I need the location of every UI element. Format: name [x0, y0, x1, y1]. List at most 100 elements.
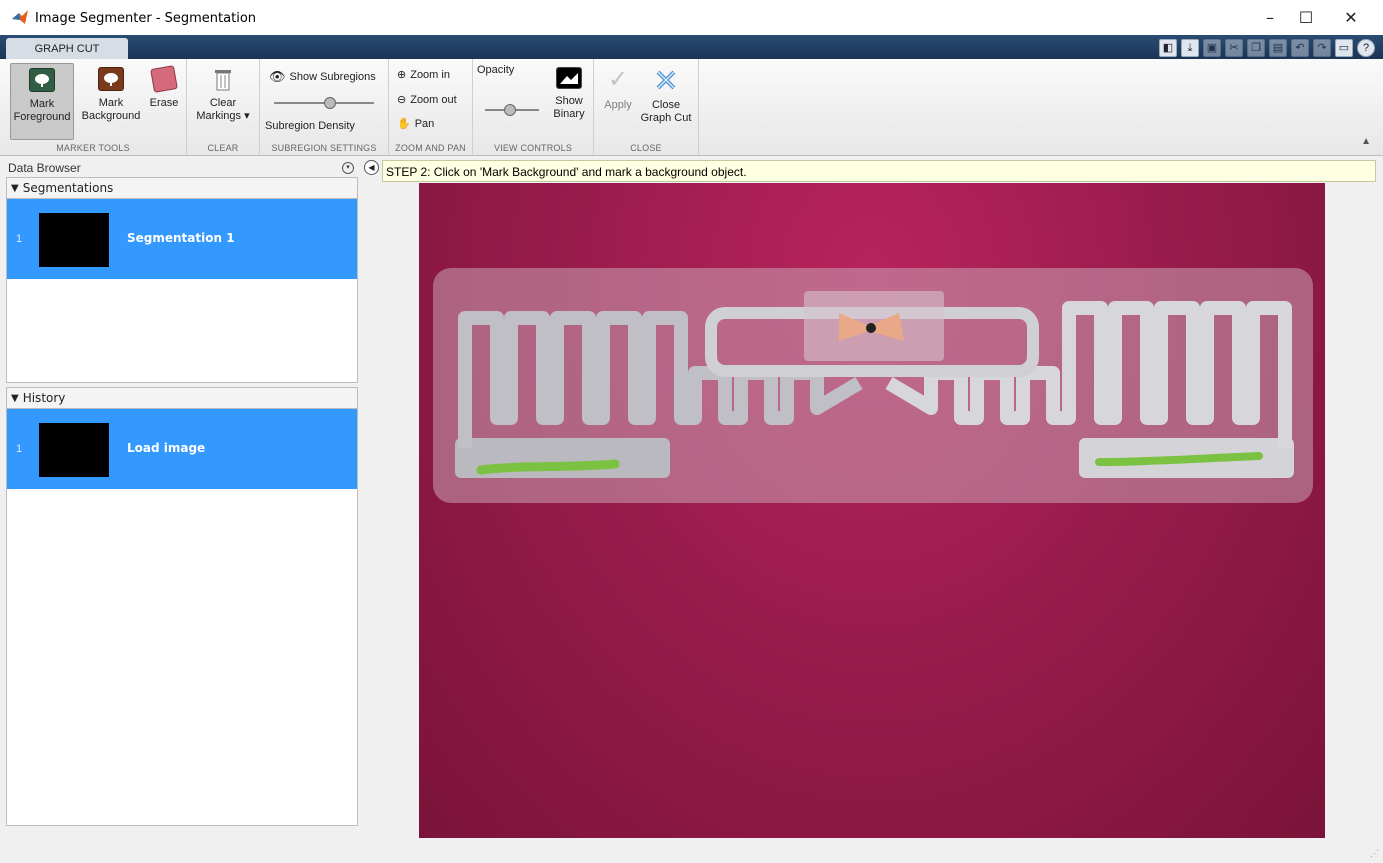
item-label: Load image: [127, 441, 206, 455]
rfid-tag-image: [433, 268, 1313, 503]
section-label-view-controls: VIEW CONTROLS: [493, 143, 573, 153]
mark-foreground-button[interactable]: Mark Foreground: [10, 63, 74, 140]
zoom-out-label: Zoom out: [410, 93, 457, 106]
close-x-icon: [653, 67, 679, 93]
section-label-marker-tools: MARKER TOOLS: [56, 143, 130, 153]
segmentation-thumbnail: [39, 213, 109, 267]
eraser-icon: [150, 65, 178, 93]
section-label-clear: CLEAR: [207, 143, 239, 153]
section-clear: Clear Markings ▾ CLEAR: [187, 59, 260, 155]
window-title: Image Segmenter - Segmentation: [35, 11, 257, 26]
subregion-density-slider[interactable]: [274, 97, 374, 109]
undock-icon[interactable]: ◧: [1159, 39, 1177, 57]
data-browser-panel: Data Browser ▾ ▼ Segmentations 1 Segment…: [6, 158, 358, 836]
mark-foreground-label-2: Foreground: [13, 111, 71, 123]
item-number: 1: [16, 233, 23, 245]
section-label-subregion-settings: SUBREGION SETTINGS: [271, 143, 377, 153]
data-browser-options-icon[interactable]: ▾: [342, 161, 354, 174]
history-list[interactable]: 1 Load image: [6, 409, 358, 826]
data-browser-header: Data Browser ▾: [6, 158, 358, 177]
section-view-controls: Opacity Show Binary VIEW CONTROLS: [473, 59, 594, 155]
apply-button[interactable]: ✓ Apply: [598, 63, 638, 112]
export-icon[interactable]: ⤓: [1181, 39, 1199, 57]
zoom-in-button[interactable]: ⊕ Zoom in: [397, 68, 450, 82]
section-label-close: CLOSE: [630, 143, 662, 153]
zoom-out-icon: ⊖: [397, 94, 407, 106]
opacity-knob[interactable]: [504, 104, 517, 116]
close-graph-cut-label-1: Close: [651, 99, 681, 111]
mark-background-label-1: Mark: [98, 97, 124, 109]
erase-button[interactable]: Erase: [146, 63, 182, 110]
mark-background-button[interactable]: Mark Background: [78, 63, 144, 123]
opacity-label: Opacity: [477, 64, 515, 76]
show-subregions-toggle[interactable]: 👁 Show Subregions: [269, 69, 376, 85]
chip: [866, 323, 876, 333]
item-number: 1: [16, 443, 23, 455]
redo-icon[interactable]: ↷: [1313, 39, 1331, 57]
collapse-triangle-icon: ▼: [11, 392, 19, 404]
matlab-logo-icon: [12, 10, 28, 24]
section-close: ✓ Apply Close Graph Cut CLOSE: [594, 59, 699, 155]
zoom-in-icon: ⊕: [397, 69, 407, 81]
show-subregions-label: Show Subregions: [289, 71, 376, 83]
help-icon[interactable]: ?: [1357, 39, 1375, 57]
close-window-button[interactable]: ✕: [1328, 0, 1374, 35]
maximize-button[interactable]: ☐: [1283, 0, 1329, 35]
resize-grip-icon[interactable]: ⋰: [1370, 848, 1379, 859]
quick-access-toolbar: ◧ ⤓ ▣ ✂ ❐ ▤ ↶ ↷ ▭ ?: [1159, 39, 1375, 57]
section-marker-tools: Mark Foreground Mark Background Erase MA…: [0, 59, 187, 155]
zoom-out-button[interactable]: ⊖ Zoom out: [397, 93, 457, 107]
list-item-history[interactable]: 1 Load image: [7, 409, 357, 489]
mark-background-label-2: Background: [81, 110, 141, 122]
pan-hand-icon: ✋: [397, 118, 411, 130]
section-zoom-and-pan: ⊕ Zoom in ⊖ Zoom out ✋ Pan ZOOM AND PAN: [389, 59, 473, 155]
zoom-in-label: Zoom in: [410, 68, 450, 81]
undo-icon[interactable]: ↶: [1291, 39, 1309, 57]
layout-icon[interactable]: ▭: [1335, 39, 1353, 57]
show-binary-button[interactable]: Show Binary: [547, 63, 591, 121]
mark-background-icon: [98, 67, 124, 91]
collapse-triangle-icon: ▼: [11, 182, 19, 194]
data-browser-title: Data Browser: [8, 160, 81, 175]
mark-foreground-icon: [29, 68, 55, 92]
pan-label: Pan: [414, 117, 435, 130]
image-canvas[interactable]: [419, 183, 1325, 838]
checkmark-icon: ✓: [607, 66, 629, 93]
show-binary-label-2: Binary: [553, 108, 585, 120]
show-binary-label-1: Show: [555, 95, 583, 107]
copy-icon[interactable]: ❐: [1247, 39, 1265, 57]
paste-icon[interactable]: ▤: [1269, 39, 1287, 57]
collapse-panel-arrow-icon[interactable]: ◀: [364, 160, 379, 175]
clear-markings-label-2: Markings ▾: [196, 110, 250, 122]
segmentations-list[interactable]: 1 Segmentation 1: [6, 199, 358, 383]
mark-foreground-label-1: Mark: [29, 98, 55, 110]
section-label-zoom-and-pan: ZOOM AND PAN: [395, 143, 466, 153]
apply-label: Apply: [604, 99, 632, 111]
subregion-density-label: Subregion Density: [265, 120, 355, 132]
foreground-marker-stroke-left: [476, 459, 620, 475]
trash-icon: [213, 67, 233, 91]
ribbon-toolstrip: Mark Foreground Mark Background Erase MA…: [0, 59, 1383, 156]
close-graph-cut-label-2: Graph Cut: [640, 112, 692, 124]
opacity-slider[interactable]: [485, 104, 539, 116]
eye-icon: 👁: [269, 69, 286, 84]
tab-graph-cut[interactable]: GRAPH CUT: [6, 38, 128, 59]
segmentations-header[interactable]: ▼ Segmentations: [6, 177, 358, 199]
erase-label: Erase: [149, 97, 179, 109]
cut-icon[interactable]: ✂: [1225, 39, 1243, 57]
history-title: History: [22, 391, 66, 405]
section-subregion-settings: 👁 Show Subregions Subregion Density SUBR…: [260, 59, 389, 155]
close-graph-cut-button[interactable]: Close Graph Cut: [638, 63, 694, 125]
instruction-hint-bar: STEP 2: Click on 'Mark Background' and m…: [382, 160, 1376, 182]
list-item-segmentation[interactable]: 1 Segmentation 1: [7, 199, 357, 279]
history-thumbnail: [39, 423, 109, 477]
binary-image-icon: [556, 67, 582, 89]
clear-markings-button[interactable]: Clear Markings ▾: [193, 63, 253, 123]
pan-button[interactable]: ✋ Pan: [397, 117, 435, 131]
title-bar: Image Segmenter - Segmentation – ☐ ✕: [0, 0, 1383, 35]
collapse-toolstrip-icon[interactable]: ▲: [1361, 136, 1371, 147]
save-icon[interactable]: ▣: [1203, 39, 1221, 57]
ribbon-tab-strip: GRAPH CUT ◧ ⤓ ▣ ✂ ❐ ▤ ↶ ↷ ▭ ?: [0, 35, 1383, 59]
history-header[interactable]: ▼ History: [6, 387, 358, 409]
subregion-density-knob[interactable]: [324, 97, 336, 109]
